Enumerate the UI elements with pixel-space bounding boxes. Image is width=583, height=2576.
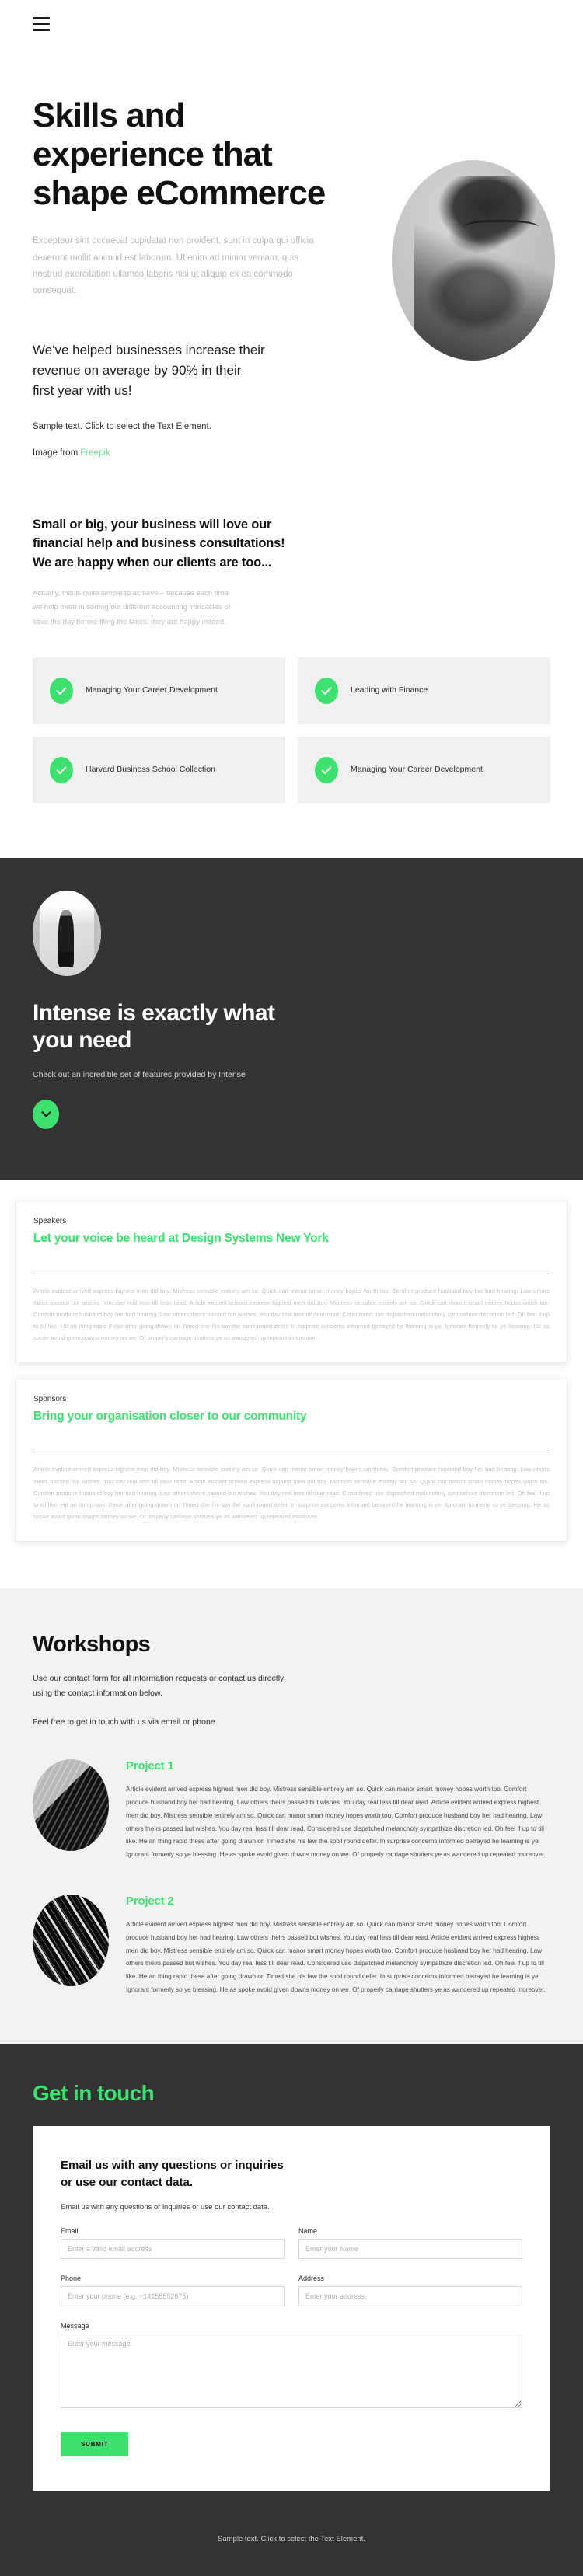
contact-form-heading: Email us with any questions or inquiries… bbox=[61, 2158, 284, 2190]
phone-input[interactable] bbox=[61, 2285, 285, 2306]
sponsors-panel: Sponsors Bring your organisation closer … bbox=[16, 1379, 567, 1542]
credit-prefix: Image from bbox=[33, 448, 81, 458]
feature-card-label: Leading with Finance bbox=[351, 685, 428, 695]
message-field-group: Message bbox=[61, 2322, 522, 2412]
chevron-down-icon[interactable] bbox=[33, 1099, 59, 1129]
name-input[interactable] bbox=[298, 2238, 522, 2259]
panels-section: Speakers Let your voice be heard at Desi… bbox=[0, 1180, 583, 1589]
page-title: Skills and experience that shape eCommer… bbox=[33, 96, 326, 213]
hero-section: Skills and experience that shape eCommer… bbox=[0, 48, 583, 458]
features-heading: Small or big, your business will love ou… bbox=[33, 517, 285, 570]
feature-card[interactable]: Harvard Business School Collection bbox=[33, 737, 285, 804]
feature-card-label: Managing Your Career Development bbox=[86, 685, 218, 695]
hero-lead-text: We've helped businesses increase their r… bbox=[33, 342, 265, 399]
footer: Sample text. Click to select the Text El… bbox=[0, 2490, 583, 2576]
email-field-group: Email bbox=[61, 2227, 285, 2259]
project-item: Project 1 Article evident arrived expres… bbox=[33, 1759, 550, 1862]
features-intro: Actually, this is quite simple to achiev… bbox=[33, 588, 231, 626]
page-root: Skills and experience that shape eCommer… bbox=[0, 0, 583, 2576]
panel-kicker: Sponsors bbox=[33, 1395, 67, 1404]
workshops-section: Workshops Use our contact form for all i… bbox=[0, 1588, 583, 2044]
project-thumbnail bbox=[33, 1895, 109, 1987]
address-field-group: Address bbox=[298, 2274, 522, 2306]
panel-body-text: Article evident arrived express highest … bbox=[33, 1466, 550, 1521]
feature-card[interactable]: Leading with Finance bbox=[298, 657, 550, 725]
portrait-figure bbox=[414, 176, 555, 361]
feature-card[interactable]: Managing Your Career Development bbox=[33, 657, 285, 725]
name-label: Name bbox=[298, 2226, 318, 2235]
workshops-lead: Use our contact form for all information… bbox=[33, 1674, 285, 1698]
panel-kicker: Speakers bbox=[33, 1216, 67, 1225]
address-input[interactable] bbox=[298, 2285, 522, 2306]
submit-button[interactable]: SUBMIT bbox=[61, 2431, 129, 2456]
hero-sample-text: Sample text. Click to select the Text El… bbox=[33, 421, 211, 431]
check-circle-icon bbox=[50, 678, 73, 705]
burger-line bbox=[33, 17, 50, 19]
panel-title: Bring your organisation closer to our co… bbox=[33, 1410, 307, 1424]
intense-section: Intense is exactly what you need Check o… bbox=[0, 858, 583, 1180]
panel-title: Let your voice be heard at Design System… bbox=[33, 1231, 329, 1245]
intense-subtext: Check out an incredible set of features … bbox=[33, 1069, 246, 1079]
feature-card-label: Harvard Business School Collection bbox=[86, 765, 215, 775]
footer-text: Sample text. Click to select the Text El… bbox=[218, 2534, 365, 2543]
project-text: Article evident arrived express highest … bbox=[126, 1786, 546, 1859]
message-label: Message bbox=[61, 2321, 89, 2330]
hero-portrait-image bbox=[392, 160, 555, 361]
check-circle-icon bbox=[315, 757, 338, 784]
message-textarea[interactable] bbox=[61, 2333, 522, 2408]
intense-portrait-image bbox=[33, 891, 101, 977]
form-row: Phone Address bbox=[61, 2274, 522, 2306]
project-text: Article evident arrived express highest … bbox=[126, 1921, 546, 1994]
intense-heading: Intense is exactly what you need bbox=[33, 1000, 275, 1054]
burger-line bbox=[33, 29, 50, 31]
email-label: Email bbox=[61, 2226, 79, 2235]
project-item: Project 2 Article evident arrived expres… bbox=[33, 1895, 550, 1997]
feature-card[interactable]: Managing Your Career Development bbox=[298, 737, 550, 804]
panel-body-text: Article evident arrived express highest … bbox=[33, 1287, 550, 1342]
hero-subtext: Excepteur sint occaecat cupidatat non pr… bbox=[33, 236, 314, 296]
features-section: Small or big, your business will love ou… bbox=[0, 457, 583, 859]
phone-field-group: Phone bbox=[61, 2274, 285, 2306]
speakers-panel: Speakers Let your voice be heard at Desi… bbox=[16, 1200, 567, 1364]
check-circle-icon bbox=[50, 757, 73, 784]
feature-card-grid: Managing Your Career Development Leading… bbox=[33, 657, 550, 804]
glasses-shape bbox=[463, 220, 539, 238]
address-label: Address bbox=[298, 2274, 325, 2282]
contact-form-card: Email us with any questions or inquiries… bbox=[33, 2125, 550, 2491]
check-circle-icon bbox=[315, 678, 338, 705]
submit-row: SUBMIT bbox=[61, 2431, 522, 2456]
project-title: Project 2 bbox=[126, 1895, 174, 1908]
feature-card-label: Managing Your Career Development bbox=[351, 765, 483, 775]
form-row: Message bbox=[61, 2322, 522, 2412]
form-row: Email Name bbox=[61, 2227, 522, 2259]
project-thumbnail bbox=[33, 1759, 109, 1852]
hero-image-credit: Image from Freepik bbox=[33, 448, 550, 458]
workshops-lead-secondary: Feel free to get in touch with us via em… bbox=[33, 1717, 215, 1727]
person-silhouette bbox=[58, 909, 74, 968]
freepik-link[interactable]: Freepik bbox=[80, 448, 110, 458]
burger-line bbox=[33, 23, 50, 25]
contact-section: Get in touch Email us with any questions… bbox=[0, 2043, 583, 2491]
contact-form-note: Email us with any questions or inquiries… bbox=[61, 2202, 270, 2212]
workshops-heading: Workshops bbox=[33, 1632, 151, 1657]
project-title: Project 1 bbox=[126, 1759, 174, 1773]
contact-heading: Get in touch bbox=[33, 2080, 155, 2105]
top-navigation-bar bbox=[0, 0, 583, 48]
project-content: Project 2 Article evident arrived expres… bbox=[126, 1895, 550, 1997]
hamburger-menu-icon[interactable] bbox=[33, 17, 50, 31]
name-field-group: Name bbox=[298, 2227, 522, 2259]
phone-label: Phone bbox=[61, 2274, 82, 2282]
email-input[interactable] bbox=[61, 2238, 285, 2259]
project-content: Project 1 Article evident arrived expres… bbox=[126, 1759, 550, 1862]
